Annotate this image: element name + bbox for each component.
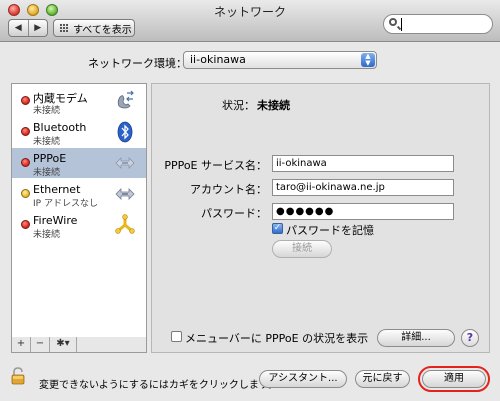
show-menubar-status-label: メニューバーに PPPoE の状況を表示 [185,332,369,345]
location-select[interactable]: ii-okinawa ▲ ▼ [183,51,377,69]
apply-button[interactable]: 適用 [422,370,486,388]
service-list: 内蔵モデム 未接続 Bluetooth 未接続 PPPoE 未接続 Ethern… [11,83,147,338]
status-dot-red [21,96,30,105]
status-dot-red [21,220,30,229]
service-name: FireWire [33,214,78,227]
lock-instruction-text: 変更できないようにするにはカギをクリックします。 [39,380,278,391]
search-field[interactable] [383,14,493,34]
service-item-pppoe[interactable]: PPPoE 未接続 [12,148,146,178]
service-status: 未接続 [33,106,61,116]
service-name: Bluetooth [33,121,87,134]
service-name: PPPoE [33,152,67,165]
show-menubar-status-checkbox[interactable] [171,331,182,342]
show-all-button[interactable]: すべてを表示 [53,19,135,37]
service-status: IP アドレスなし [33,199,98,209]
service-item-ethernet[interactable]: Ethernet IP アドレスなし [12,179,146,209]
service-name-label: PPPoE サービス名： [164,159,267,172]
service-item-firewire[interactable]: FireWire 未接続 [12,210,146,240]
remember-password-label: パスワードを記憶 [286,224,374,237]
search-icon [389,18,397,26]
status-value: 未接続 [257,99,290,112]
remove-service-button[interactable]: − [31,337,50,352]
updown-arrows-icon: ▲ ▼ [361,53,375,67]
service-status: 未接続 [33,168,61,178]
password-label: パスワード： [201,207,267,220]
assistant-button[interactable]: アシスタント... [259,370,347,388]
details-button[interactable]: 詳細... [377,329,455,347]
service-item-modem[interactable]: 内蔵モデム 未接続 [12,86,146,116]
connect-button[interactable]: 接続 [272,240,332,258]
title-bar: ネットワーク ◀ ▶ すべてを表示 [0,0,500,42]
service-name-field[interactable]: ii-okinawa [272,155,454,172]
add-service-button[interactable]: + [12,337,31,352]
service-status: 未接続 [33,137,61,147]
back-forward-control: ◀ ▶ [8,19,48,37]
remember-password-checkbox[interactable]: ✓ [272,223,283,234]
forward-arrow-icon[interactable]: ▶ [29,20,48,36]
service-status: 未接続 [33,230,61,240]
phone-icon [117,90,134,109]
status-dot-yellow [21,189,30,198]
status-dot-red [21,158,30,167]
account-name-field[interactable]: taro@ii-okinawa.ne.jp [272,179,454,196]
status-dot-red [21,127,30,136]
service-name: Ethernet [33,183,81,196]
ethernet-arrows-icon [115,188,135,200]
text-cursor [401,18,402,31]
revert-button[interactable]: 元に戻す [355,370,410,388]
location-label: ネットワーク環境： [88,57,187,70]
bluetooth-icon [117,121,133,143]
status-label: 状況： [222,99,255,112]
action-menu-button[interactable]: ✱▾ [50,337,77,352]
back-arrow-icon[interactable]: ◀ [9,20,29,36]
service-item-bluetooth[interactable]: Bluetooth 未接続 [12,117,146,147]
show-all-label: すべてを表示 [73,24,132,36]
location-value: ii-okinawa [190,53,246,66]
lock-icon[interactable] [11,367,25,385]
network-preferences-window: ネットワーク ◀ ▶ すべてを表示 ネットワーク環境： ii-okinawa ▲… [0,0,500,401]
firewire-icon [115,214,135,234]
ethernet-arrows-icon [115,157,135,169]
password-field[interactable]: ●●●●●● [272,203,454,220]
account-name-label: アカウント名： [190,183,267,196]
grid-icon [60,23,69,33]
service-list-controls: + − ✱▾ [11,337,147,353]
help-button[interactable]: ? [461,329,479,347]
